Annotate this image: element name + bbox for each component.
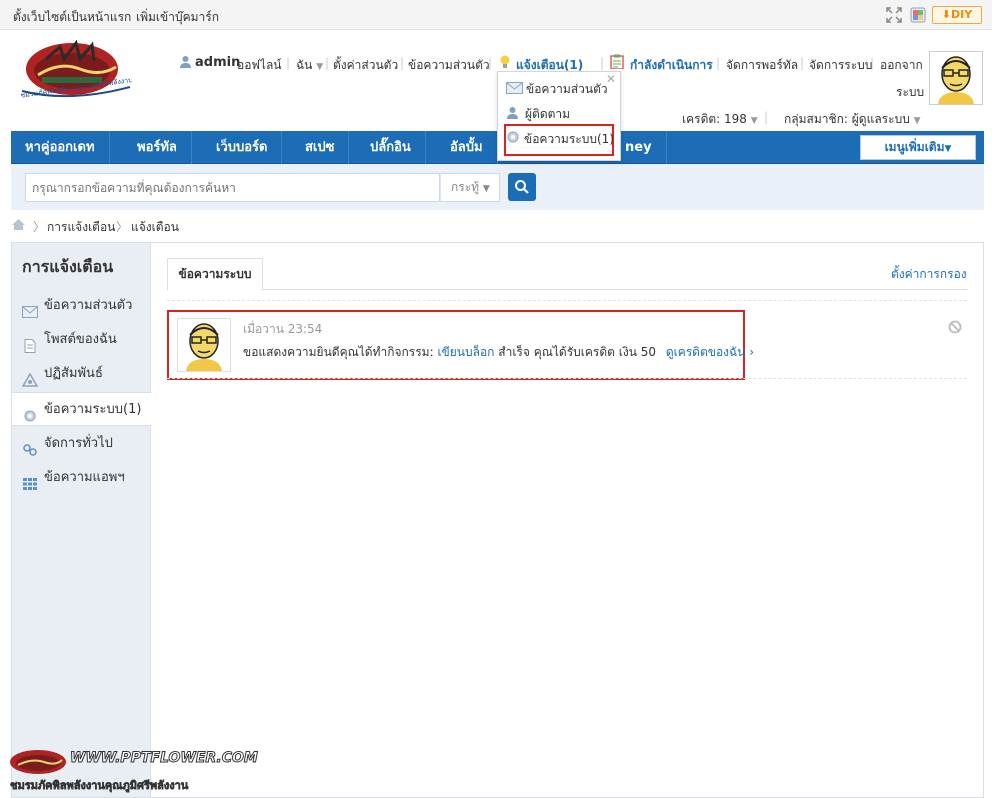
nav-item-portal[interactable]: พอร์ทัล bbox=[123, 131, 192, 164]
logout-link[interactable]: ออกจาก bbox=[880, 56, 923, 75]
breadcrumb-notifications[interactable]: การแจ้งเตือน bbox=[47, 218, 115, 237]
site-logo[interactable]: ชมรมภัคพิลพลังงานคุณภูมิศรีพลังงาน bbox=[20, 39, 132, 101]
tab-system-messages[interactable]: ข้อความระบบ bbox=[167, 258, 263, 291]
credits-menu[interactable]: เครดิต: 198 ▼ bbox=[682, 110, 758, 129]
document-icon bbox=[22, 333, 38, 353]
divider: | bbox=[870, 56, 875, 70]
username-link[interactable]: admin bbox=[195, 55, 240, 70]
search-input[interactable] bbox=[25, 173, 440, 202]
gear-icon bbox=[506, 129, 520, 151]
search-type-select[interactable]: กระทู้ ▼ bbox=[440, 173, 500, 202]
more-menu-button[interactable]: เมนูเพิ่มเติม▼ bbox=[860, 135, 976, 160]
search-bar: กระทู้ ▼ bbox=[11, 164, 984, 210]
user-icon bbox=[506, 104, 519, 126]
ignore-icon[interactable] bbox=[948, 320, 962, 334]
divider bbox=[167, 300, 967, 301]
watermark-url: WWW.PPTFLOWER.COM bbox=[70, 750, 259, 767]
sidebar-item-my-posts[interactable]: โพสต์ของฉัน bbox=[12, 323, 150, 357]
chevron-down-icon: ▼ bbox=[482, 184, 490, 194]
triangle-arrows-icon bbox=[21, 367, 39, 387]
breadcrumb-current: แจ้งเตือน bbox=[131, 220, 179, 234]
gear-icon bbox=[22, 403, 38, 421]
private-messages-link[interactable]: ข้อความส่วนตัว bbox=[408, 56, 490, 75]
notifications-dropdown: ✕ ข้อความส่วนตัว ผู้ติดตาม ข้อความระบบ(1… bbox=[497, 71, 621, 161]
activity-link[interactable]: เขียนบล็อก bbox=[437, 345, 494, 359]
logout-link-line2[interactable]: ระบบ bbox=[896, 83, 924, 102]
member-group-menu[interactable]: กลุ่มสมาชิก: ผู้ดูแลระบบ ▼ bbox=[784, 110, 921, 129]
breadcrumb-separator: 〉 bbox=[116, 220, 129, 234]
divider: | bbox=[325, 56, 330, 70]
nav-item-plugins[interactable]: ปลั๊กอิน bbox=[356, 131, 426, 164]
divider: | bbox=[488, 56, 493, 70]
lightbulb-icon bbox=[499, 55, 511, 69]
envelope-icon bbox=[22, 299, 38, 318]
search-icon bbox=[515, 180, 529, 194]
user-avatar[interactable] bbox=[929, 51, 983, 105]
sidebar: การแจ้งเตือน ข้อความส่วนตัว โพสต์ของฉัน … bbox=[11, 242, 151, 798]
divider: | bbox=[286, 56, 291, 70]
sidebar-item-app-messages[interactable]: ข้อความแอพฯ bbox=[12, 461, 150, 495]
nav-item-forum[interactable]: เว็บบอร์ด bbox=[202, 131, 283, 164]
dropdown-item-private-messages[interactable]: ข้อความส่วนตัว bbox=[506, 78, 608, 100]
manage-system-link[interactable]: จัดการระบบ bbox=[809, 56, 872, 75]
search-button[interactable] bbox=[508, 173, 536, 201]
diy-button[interactable]: ⬇DIY bbox=[932, 6, 982, 24]
top-bar: ตั้งเว็บไซต์เป็นหน้าแรก เพิ่มเข้าบุ๊คมาร… bbox=[0, 0, 992, 30]
watermark: WWW.PPTFLOWER.COM ชมรมภัคพิลพลังงานคุณภู… bbox=[8, 748, 259, 796]
set-homepage-link[interactable]: ตั้งเว็บไซต์เป็นหน้าแรก bbox=[13, 8, 131, 27]
notice-avatar[interactable] bbox=[177, 318, 231, 372]
breadcrumb-separator: 〉 bbox=[33, 220, 46, 234]
home-icon[interactable] bbox=[11, 218, 26, 231]
clipboard-icon bbox=[610, 54, 624, 70]
tab-underline bbox=[167, 289, 967, 290]
theme-icon[interactable] bbox=[910, 7, 926, 23]
nav-item-dating[interactable]: หาคู่ออกเดท bbox=[11, 131, 110, 164]
divider: | bbox=[716, 56, 721, 70]
main-content: ข้อความระบบ ตั้งค่าการกรอง เมื่อวาน 23:5… bbox=[151, 242, 984, 798]
download-arrow-icon: ⬇ bbox=[941, 8, 951, 21]
notice-text: ขอแสดงความยินดีคุณได้ทำกิจกรรม: เขียนบล็… bbox=[243, 345, 755, 359]
sidebar-item-general-management[interactable]: จัดการทั่วไป bbox=[12, 427, 150, 461]
me-menu[interactable]: ฉัน ▼ bbox=[296, 56, 323, 75]
manage-portal-link[interactable]: จัดการพอร์ทัล bbox=[726, 56, 798, 75]
personal-settings-link[interactable]: ตั้งค่าส่วนตัว bbox=[333, 56, 398, 75]
in-progress-link[interactable]: กำลังดำเนินการ bbox=[630, 56, 713, 75]
filter-settings-link[interactable]: ตั้งค่าการกรอง bbox=[891, 265, 967, 284]
view-credits-link[interactable]: ดูเครดิตของฉัน › bbox=[666, 345, 754, 359]
sidebar-item-system-messages[interactable]: ข้อความระบบ(1) bbox=[12, 392, 151, 426]
notice-item: เมื่อวาน 23:54 ขอแสดงความยินดีคุณได้ทำกิ… bbox=[167, 310, 754, 380]
dropdown-item-followers[interactable]: ผู้ติดตาม bbox=[506, 103, 570, 125]
grid-icon bbox=[22, 471, 38, 490]
sidebar-item-interactions[interactable]: ปฏิสัมพันธ์ bbox=[12, 357, 150, 391]
watermark-logo bbox=[10, 750, 66, 774]
dropdown-item-system-messages[interactable]: ข้อความระบบ(1) bbox=[506, 128, 614, 150]
fullscreen-icon[interactable] bbox=[886, 7, 902, 23]
nav-item-space[interactable]: สเปซ bbox=[291, 131, 350, 164]
divider bbox=[167, 378, 967, 379]
notice-time: เมื่อวาน 23:54 bbox=[243, 322, 323, 336]
watermark-subtitle: ชมรมภัคพิลพลังงานคุณภูมิศรีพลังงาน bbox=[10, 779, 189, 793]
envelope-icon bbox=[506, 79, 523, 101]
chevron-down-icon: ▼ bbox=[750, 116, 758, 126]
divider: | bbox=[800, 56, 805, 70]
divider: | bbox=[600, 56, 605, 70]
divider: | bbox=[764, 110, 769, 124]
add-bookmark-link[interactable]: เพิ่มเข้าบุ๊คมาร์ก bbox=[136, 8, 219, 27]
chevron-down-icon: ▼ bbox=[944, 144, 952, 154]
user-icon bbox=[179, 55, 192, 68]
site-header: ชมรมภัคพิลพลังงานคุณภูมิศรีพลังงาน admin… bbox=[0, 31, 992, 131]
divider: | bbox=[400, 56, 405, 70]
nav-item-album[interactable]: อัลบั้ม bbox=[436, 131, 498, 164]
chevron-down-icon: ▼ bbox=[316, 62, 324, 72]
online-status[interactable]: ออฟไลน์ bbox=[237, 56, 282, 75]
sidebar-title: การแจ้งเตือน bbox=[22, 257, 114, 276]
link-icon bbox=[22, 437, 38, 456]
sidebar-item-private-messages[interactable]: ข้อความส่วนตัว bbox=[12, 289, 150, 323]
chevron-down-icon: ▼ bbox=[913, 116, 921, 126]
